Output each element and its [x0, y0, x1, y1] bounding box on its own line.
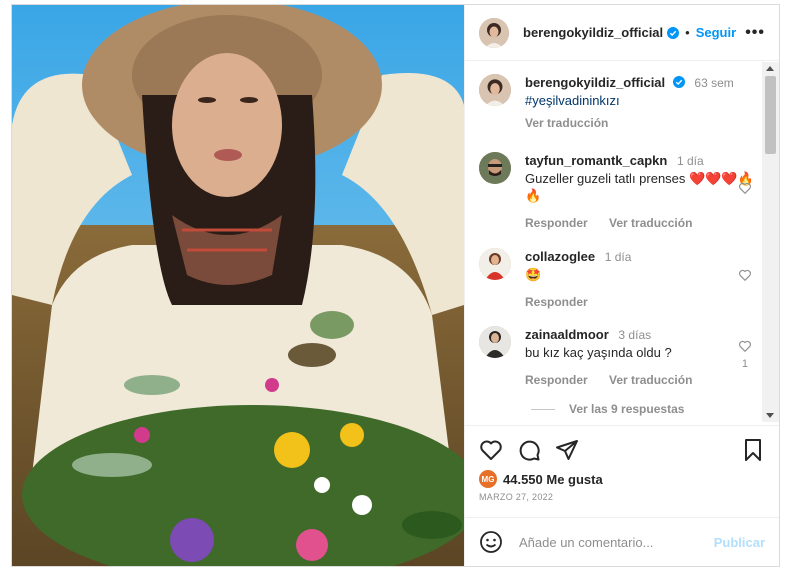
comment-item: zainaaldmoor 3 días bu kız kaç yaşında o…: [479, 326, 756, 389]
view-replies-button[interactable]: Ver las 9 respuestas: [531, 402, 684, 416]
avatar[interactable]: [479, 248, 511, 280]
verified-icon: [667, 26, 680, 39]
comment-username[interactable]: zainaaldmoor: [525, 327, 609, 342]
follow-button[interactable]: Seguir: [696, 25, 736, 40]
share-icon[interactable]: [555, 438, 579, 462]
heart-icon[interactable]: [479, 438, 503, 462]
comment-input[interactable]: [517, 533, 714, 551]
comment-heart-icon[interactable]: [738, 339, 752, 353]
caption-username[interactable]: berengokyildiz_official: [525, 75, 665, 90]
caption: berengokyildiz_official 63 sem #yeşilvad…: [479, 74, 756, 132]
view-replies-label: Ver las 9 respuestas: [569, 402, 685, 416]
more-icon[interactable]: •••: [745, 24, 765, 42]
comment-text: bu kız kaç yaşında oldu ?: [525, 345, 672, 360]
post-date[interactable]: MARZO 27, 2022: [479, 492, 553, 502]
caption-hashtag[interactable]: #yeşilvadininkızı: [525, 92, 756, 109]
bookmark-icon[interactable]: [741, 438, 765, 462]
avatar[interactable]: [479, 152, 511, 184]
separator-dot: •: [685, 25, 690, 40]
post-dialog: berengokyildiz_official • Seguir ••• ber…: [11, 4, 780, 567]
comment-icon[interactable]: [517, 438, 541, 462]
avatar[interactable]: [479, 326, 511, 358]
liker-avatar: MG: [479, 470, 497, 488]
comment-username[interactable]: collazoglee: [525, 249, 595, 264]
post-image: [12, 5, 464, 566]
likes-row[interactable]: MG 44.550 Me gusta: [479, 470, 603, 488]
translate-link[interactable]: Ver traducción: [609, 216, 692, 230]
reply-button[interactable]: Responder: [525, 216, 588, 230]
comment-time[interactable]: 1 día: [677, 154, 704, 168]
comment-text: 🤩: [525, 267, 542, 282]
comments-list[interactable]: berengokyildiz_official 63 sem #yeşilvad…: [465, 62, 762, 422]
comment-time[interactable]: 3 días: [618, 328, 651, 342]
translate-link[interactable]: Ver traducción: [609, 373, 692, 387]
replies-divider: [531, 408, 555, 410]
comment-item: collazoglee 1 día 🤩 Responder: [479, 248, 756, 311]
caption-time[interactable]: 63 sem: [694, 76, 733, 90]
reply-button[interactable]: Responder: [525, 373, 588, 387]
comment-username[interactable]: tayfun_romantk_capkn: [525, 153, 667, 168]
comment-heart-icon[interactable]: [738, 268, 752, 282]
translate-link[interactable]: Ver traducción: [525, 116, 608, 130]
scroll-down-arrow[interactable]: [766, 413, 774, 418]
scroll-thumb[interactable]: [765, 76, 776, 154]
verified-icon: [672, 76, 685, 88]
scroll-up-arrow[interactable]: [766, 66, 774, 71]
add-comment-bar: Publicar: [465, 517, 779, 566]
comment-item: tayfun_romantk_capkn 1 día Guzeller guze…: [479, 152, 756, 232]
comment-heart-icon[interactable]: [738, 181, 752, 195]
avatar[interactable]: [479, 74, 511, 106]
action-bar: [465, 425, 779, 466]
emoji-icon[interactable]: [479, 530, 503, 554]
comment-like-count: 1: [741, 358, 748, 370]
publish-button[interactable]: Publicar: [714, 535, 765, 550]
post-side-panel: berengokyildiz_official • Seguir ••• ber…: [464, 5, 779, 566]
avatar[interactable]: [479, 17, 509, 48]
post-photo[interactable]: [12, 5, 464, 566]
likes-count[interactable]: 44.550 Me gusta: [503, 472, 603, 487]
comments-scrollbar[interactable]: [762, 62, 779, 422]
reply-button[interactable]: Responder: [525, 295, 588, 309]
comment-text: Guzeller guzeli tatlı prenses ❤️❤️❤️🔥🔥: [525, 171, 754, 203]
comment-time[interactable]: 1 día: [605, 250, 632, 264]
post-header: berengokyildiz_official • Seguir •••: [465, 5, 779, 61]
post-username[interactable]: berengokyildiz_official: [523, 25, 663, 40]
